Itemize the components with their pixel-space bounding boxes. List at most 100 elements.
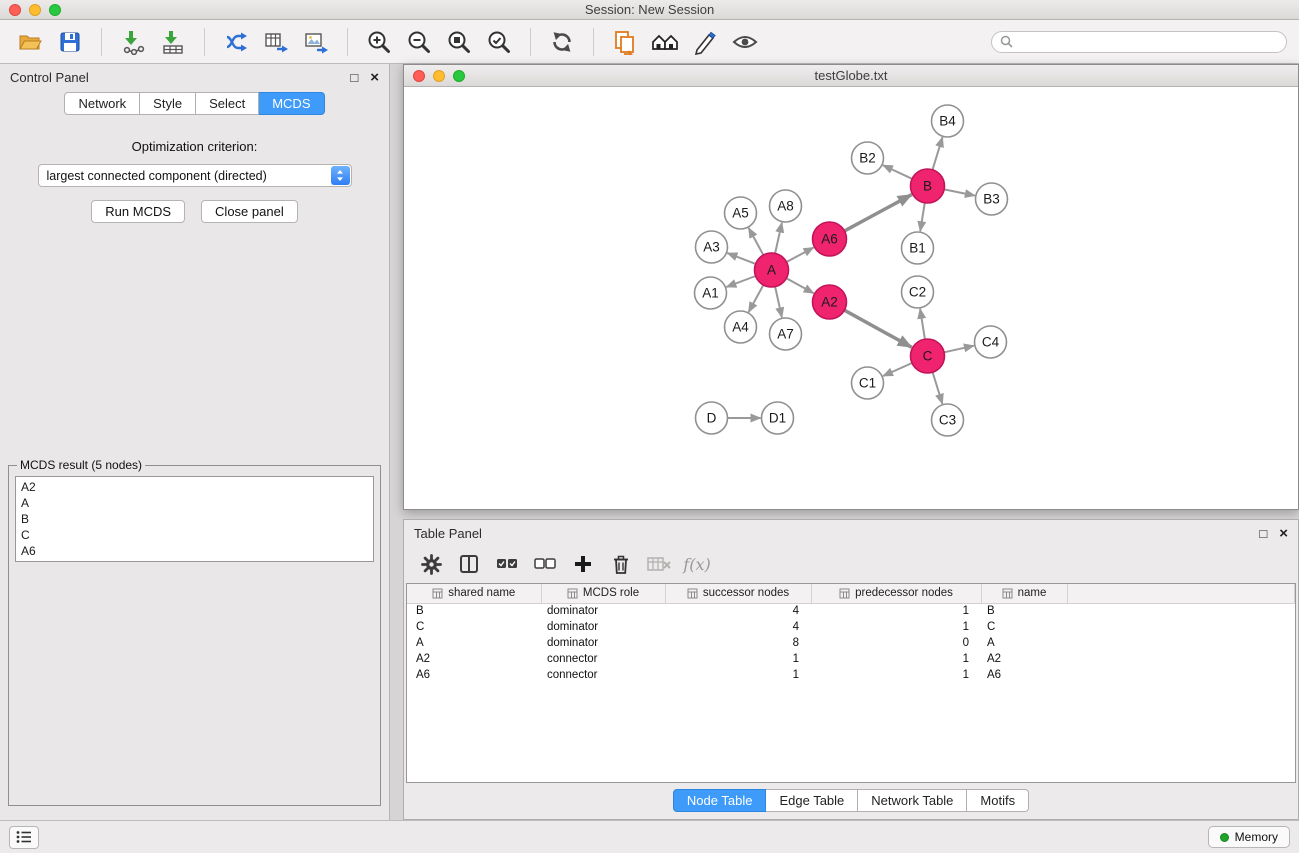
close-panel-button[interactable]: Close panel xyxy=(201,200,298,223)
open-file-button[interactable] xyxy=(12,24,48,60)
graph-node-A7[interactable]: A7 xyxy=(770,318,802,350)
float-panel-icon[interactable]: □ xyxy=(350,71,358,84)
table-cell[interactable]: A2 xyxy=(981,651,1067,667)
show-columns-button[interactable] xyxy=(454,549,484,579)
graph-edge-B-B2[interactable] xyxy=(883,165,912,179)
table-cell[interactable]: 1 xyxy=(811,619,981,635)
graph-edge-C-C1[interactable] xyxy=(883,363,912,376)
graph-node-A8[interactable]: A8 xyxy=(770,190,802,222)
table-settings-button[interactable] xyxy=(416,549,446,579)
new-table-button[interactable] xyxy=(258,24,294,60)
minimize-window-button[interactable] xyxy=(29,4,41,16)
tab-node-table[interactable]: Node Table xyxy=(673,789,767,812)
table-row[interactable]: Bdominator41B xyxy=(407,603,1295,619)
network-close-button[interactable] xyxy=(413,70,425,82)
graph-node-A4[interactable]: A4 xyxy=(725,311,757,343)
graph-node-C3[interactable]: C3 xyxy=(932,404,964,436)
graph-edge-B-B3[interactable] xyxy=(944,189,975,195)
import-table-button[interactable] xyxy=(155,24,191,60)
import-network-button[interactable] xyxy=(115,24,151,60)
graph-edge-A-A7[interactable] xyxy=(775,287,782,318)
table-cell[interactable]: A6 xyxy=(981,667,1067,683)
tab-network-table[interactable]: Network Table xyxy=(858,789,967,812)
graph-edge-A6-B[interactable] xyxy=(845,195,912,231)
table-cell[interactable]: 0 xyxy=(811,635,981,651)
export-image-button[interactable] xyxy=(298,24,334,60)
graph-edge-C-C2[interactable] xyxy=(920,309,925,339)
run-mcds-button[interactable]: Run MCDS xyxy=(91,200,185,223)
graph-node-B3[interactable]: B3 xyxy=(976,183,1008,215)
graph-node-B[interactable]: B xyxy=(911,169,945,203)
column-header-name[interactable]: name xyxy=(981,584,1067,603)
mcds-result-item[interactable]: C xyxy=(21,527,368,543)
mcds-result-item[interactable]: A xyxy=(21,495,368,511)
table-cell[interactable]: 1 xyxy=(811,667,981,683)
memory-button[interactable]: Memory xyxy=(1208,826,1290,848)
graph-node-D1[interactable]: D1 xyxy=(762,402,794,434)
graph-node-B1[interactable]: B1 xyxy=(902,232,934,264)
function-builder-button[interactable]: f(x) xyxy=(682,549,712,579)
table-cell[interactable]: dominator xyxy=(541,635,665,651)
network-zoom-button[interactable] xyxy=(453,70,465,82)
save-session-button[interactable] xyxy=(52,24,88,60)
graph-edge-A2-C[interactable] xyxy=(844,310,911,347)
zoom-selected-button[interactable] xyxy=(481,24,517,60)
graph-node-A5[interactable]: A5 xyxy=(725,197,757,229)
graph-edge-B-B4[interactable] xyxy=(933,137,943,170)
table-row[interactable]: A6connector11A6 xyxy=(407,667,1295,683)
graph-node-C2[interactable]: C2 xyxy=(902,276,934,308)
graph-node-A[interactable]: A xyxy=(755,253,789,287)
graph-node-A2[interactable]: A2 xyxy=(813,285,847,319)
graph-node-C[interactable]: C xyxy=(911,339,945,373)
graph-edge-A-A1[interactable] xyxy=(726,276,755,287)
mcds-result-item[interactable]: A2 xyxy=(21,479,368,495)
table-cell[interactable]: 1 xyxy=(665,651,811,667)
tab-select[interactable]: Select xyxy=(196,92,259,115)
graph-edge-B-B1[interactable] xyxy=(920,203,925,231)
graph-edge-A-A8[interactable] xyxy=(775,223,782,254)
select-all-rows-button[interactable] xyxy=(492,549,522,579)
table-cell[interactable]: C xyxy=(407,619,541,635)
graph-edge-A-A4[interactable] xyxy=(749,285,764,312)
graph-edge-A-A3[interactable] xyxy=(727,253,755,264)
table-cell[interactable]: C xyxy=(981,619,1067,635)
apply-layout-button[interactable] xyxy=(544,24,580,60)
graphics-details-button[interactable] xyxy=(687,24,723,60)
table-row[interactable]: Cdominator41C xyxy=(407,619,1295,635)
table-cell[interactable]: B xyxy=(981,603,1067,619)
graph-node-A1[interactable]: A1 xyxy=(695,277,727,309)
home-button[interactable] xyxy=(647,24,683,60)
graph-node-B2[interactable]: B2 xyxy=(852,142,884,174)
float-table-panel-icon[interactable]: □ xyxy=(1259,527,1267,540)
zoom-fit-button[interactable] xyxy=(441,24,477,60)
tab-style[interactable]: Style xyxy=(140,92,196,115)
zoom-in-button[interactable] xyxy=(361,24,397,60)
zoom-window-button[interactable] xyxy=(49,4,61,16)
mcds-result-item[interactable]: A6 xyxy=(21,543,368,559)
graph-node-C4[interactable]: C4 xyxy=(975,326,1007,358)
table-cell[interactable]: connector xyxy=(541,667,665,683)
close-panel-icon[interactable]: × xyxy=(370,70,379,85)
mcds-result-item[interactable]: B xyxy=(21,511,368,527)
table-row[interactable]: Adominator80A xyxy=(407,635,1295,651)
graph-node-C1[interactable]: C1 xyxy=(852,367,884,399)
graph-edge-A-A6[interactable] xyxy=(787,248,814,263)
zoom-out-button[interactable] xyxy=(401,24,437,60)
graph-node-A6[interactable]: A6 xyxy=(813,222,847,256)
table-cell[interactable]: dominator xyxy=(541,619,665,635)
table-cell[interactable]: 1 xyxy=(811,603,981,619)
new-network-button[interactable] xyxy=(218,24,254,60)
optimization-criterion-select[interactable]: largest connected component (directed) xyxy=(38,164,352,187)
table-cell[interactable]: dominator xyxy=(541,603,665,619)
table-cell[interactable]: 4 xyxy=(665,619,811,635)
delete-table-button[interactable] xyxy=(644,549,674,579)
graph-node-D[interactable]: D xyxy=(696,402,728,434)
table-cell[interactable]: A xyxy=(981,635,1067,651)
export-document-button[interactable] xyxy=(607,24,643,60)
graph-edge-C-C4[interactable] xyxy=(944,346,974,353)
delete-column-button[interactable] xyxy=(606,549,636,579)
table-row[interactable]: A2connector11A2 xyxy=(407,651,1295,667)
table-cell[interactable]: A6 xyxy=(407,667,541,683)
tab-mcds[interactable]: MCDS xyxy=(259,92,324,115)
network-canvas[interactable]: B4B2BB3A5A8A6A3B1AA1C2A2A4A7C4CC1C3DD1 xyxy=(404,87,1298,509)
